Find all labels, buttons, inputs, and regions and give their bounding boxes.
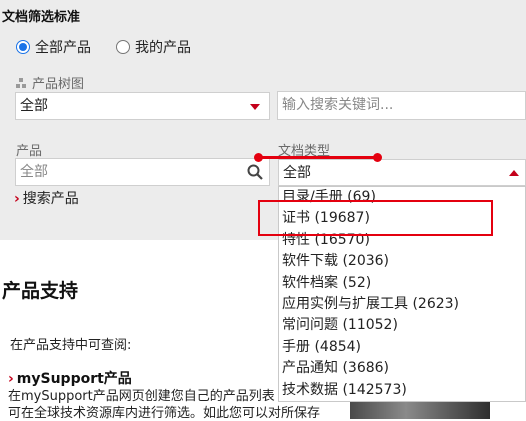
dropdown-option[interactable]: 手册 (4854) [279,337,525,358]
dropdown-option[interactable]: 产品通知 (3686) [279,358,525,379]
product-search-input[interactable]: 全部 [15,158,270,186]
filter-title: 文档筛选标准 [2,10,81,25]
search-icon[interactable] [247,164,263,180]
mysupport-paragraph-line2: 可在全球技术资源库内进行筛选。如此您可以对所保存 [8,406,321,421]
product-label: 产品 [16,144,43,159]
tree-icon [16,77,26,88]
radio-all-indicator[interactable] [16,40,30,54]
annotation-highlight-box [258,200,493,236]
dropdown-option[interactable]: 常问问题 (11052) [279,315,525,336]
radio-mine-label: 我的产品 [135,40,191,56]
support-intro: 在产品支持中可查阅: [10,338,132,353]
product-tree-select[interactable]: 全部 [15,92,270,120]
search-products-link[interactable]: › 搜索产品 [14,188,79,208]
radio-my-products[interactable]: 我的产品 [116,37,191,57]
dropdown-option[interactable]: 软件下载 (2036) [279,251,525,272]
doctype-value: 全部 [283,165,311,181]
annotation-line [258,156,378,159]
product-tree-label: 产品树图 [16,73,84,92]
product-placeholder: 全部 [20,164,48,180]
dropdown-option[interactable]: 应用实例与扩展工具 (2623) [279,294,525,315]
product-tree-value: 全部 [20,98,48,114]
dropdown-option[interactable]: 技术数据 (142573) [279,380,525,401]
caret-down-icon [250,104,260,110]
promo-photo [350,402,490,419]
chevron-right-icon: › [14,191,20,207]
search-products-text: 搜索产品 [22,191,79,207]
caret-up-icon [509,170,519,176]
doctype-select[interactable]: 全部 [278,159,526,186]
keyword-search-input[interactable]: 输入搜索关键词... [277,91,526,120]
radio-mine-indicator[interactable] [116,40,130,54]
radio-all-label: 全部产品 [35,40,91,56]
annotation-dot-left [254,153,263,162]
radio-all-products[interactable]: 全部产品 [16,37,91,57]
annotation-dot-right [373,153,382,162]
product-tree-text: 产品树图 [32,77,85,92]
keyword-placeholder: 输入搜索关键词... [282,97,394,113]
dropdown-option[interactable]: 软件档案 (52) [279,273,525,294]
support-title: 产品支持 [2,280,79,302]
